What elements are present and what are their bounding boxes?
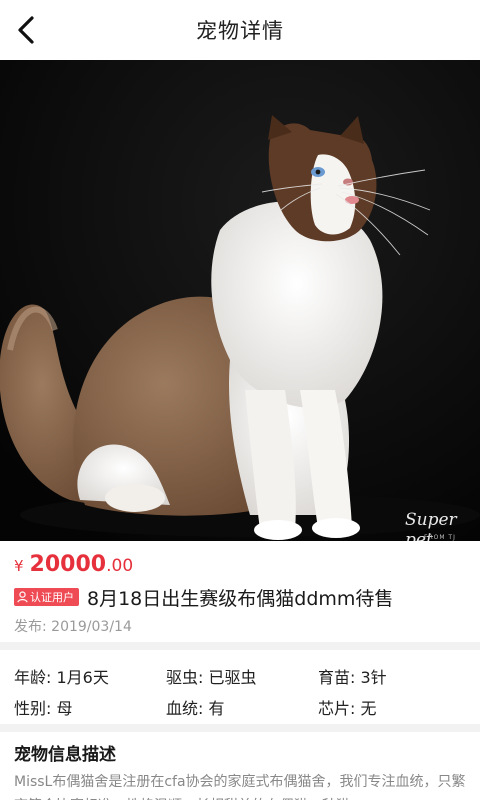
attr-vaccine: 育苗: 3针 bbox=[318, 667, 387, 687]
section-divider bbox=[0, 642, 480, 650]
attribute-row: 年龄: 1月6天 驱虫: 已驱虫 育苗: 3针 bbox=[14, 660, 474, 691]
attribute-row: 性别: 母 血统: 有 芯片: 无 bbox=[14, 691, 474, 722]
listing-title-row: 认证用户 8月18日出生赛级布偶猫ddmm待售 bbox=[14, 584, 393, 610]
verified-user-badge: 认证用户 bbox=[14, 588, 79, 606]
publish-date: 发布: 2019/03/14 bbox=[14, 619, 132, 635]
currency-symbol: ¥ bbox=[14, 557, 24, 575]
price-decimal: .00 bbox=[106, 556, 134, 576]
description-title: 宠物信息描述 bbox=[14, 745, 116, 765]
attr-gender: 性别: 母 bbox=[14, 698, 73, 718]
section-divider bbox=[0, 724, 480, 732]
page-title: 宠物详情 bbox=[196, 19, 284, 43]
price: ¥ 20000 .00 bbox=[14, 552, 133, 580]
attr-age: 年龄: 1月6天 bbox=[14, 667, 109, 687]
badge-label: 认证用户 bbox=[30, 591, 74, 604]
price-integer: 20000 bbox=[29, 552, 107, 577]
chevron-left-icon bbox=[18, 16, 34, 44]
pet-photo[interactable]: Super pet FROM TJ bbox=[0, 60, 480, 541]
watermark-subtext: FROM TJ bbox=[424, 534, 456, 541]
pet-attributes: 年龄: 1月6天 驱虫: 已驱虫 育苗: 3针 性别: 母 血统: 有 芯片: … bbox=[14, 660, 474, 722]
top-nav-bar: 宠物详情 bbox=[0, 0, 480, 60]
attr-chip: 芯片: 无 bbox=[318, 698, 377, 718]
cat-illustration bbox=[0, 60, 480, 541]
attr-pedigree: 血统: 有 bbox=[166, 698, 225, 718]
description-text: MissL布偶猫舍是注册在cfa协会的家庭式布偶猫舍，我们专注血统，只繁育符合比… bbox=[14, 774, 466, 800]
listing-title: 8月18日出生赛级布偶猫ddmm待售 bbox=[87, 587, 394, 610]
back-button[interactable] bbox=[8, 12, 44, 48]
attr-deworm: 驱虫: 已驱虫 bbox=[166, 667, 257, 687]
user-icon bbox=[17, 591, 28, 603]
